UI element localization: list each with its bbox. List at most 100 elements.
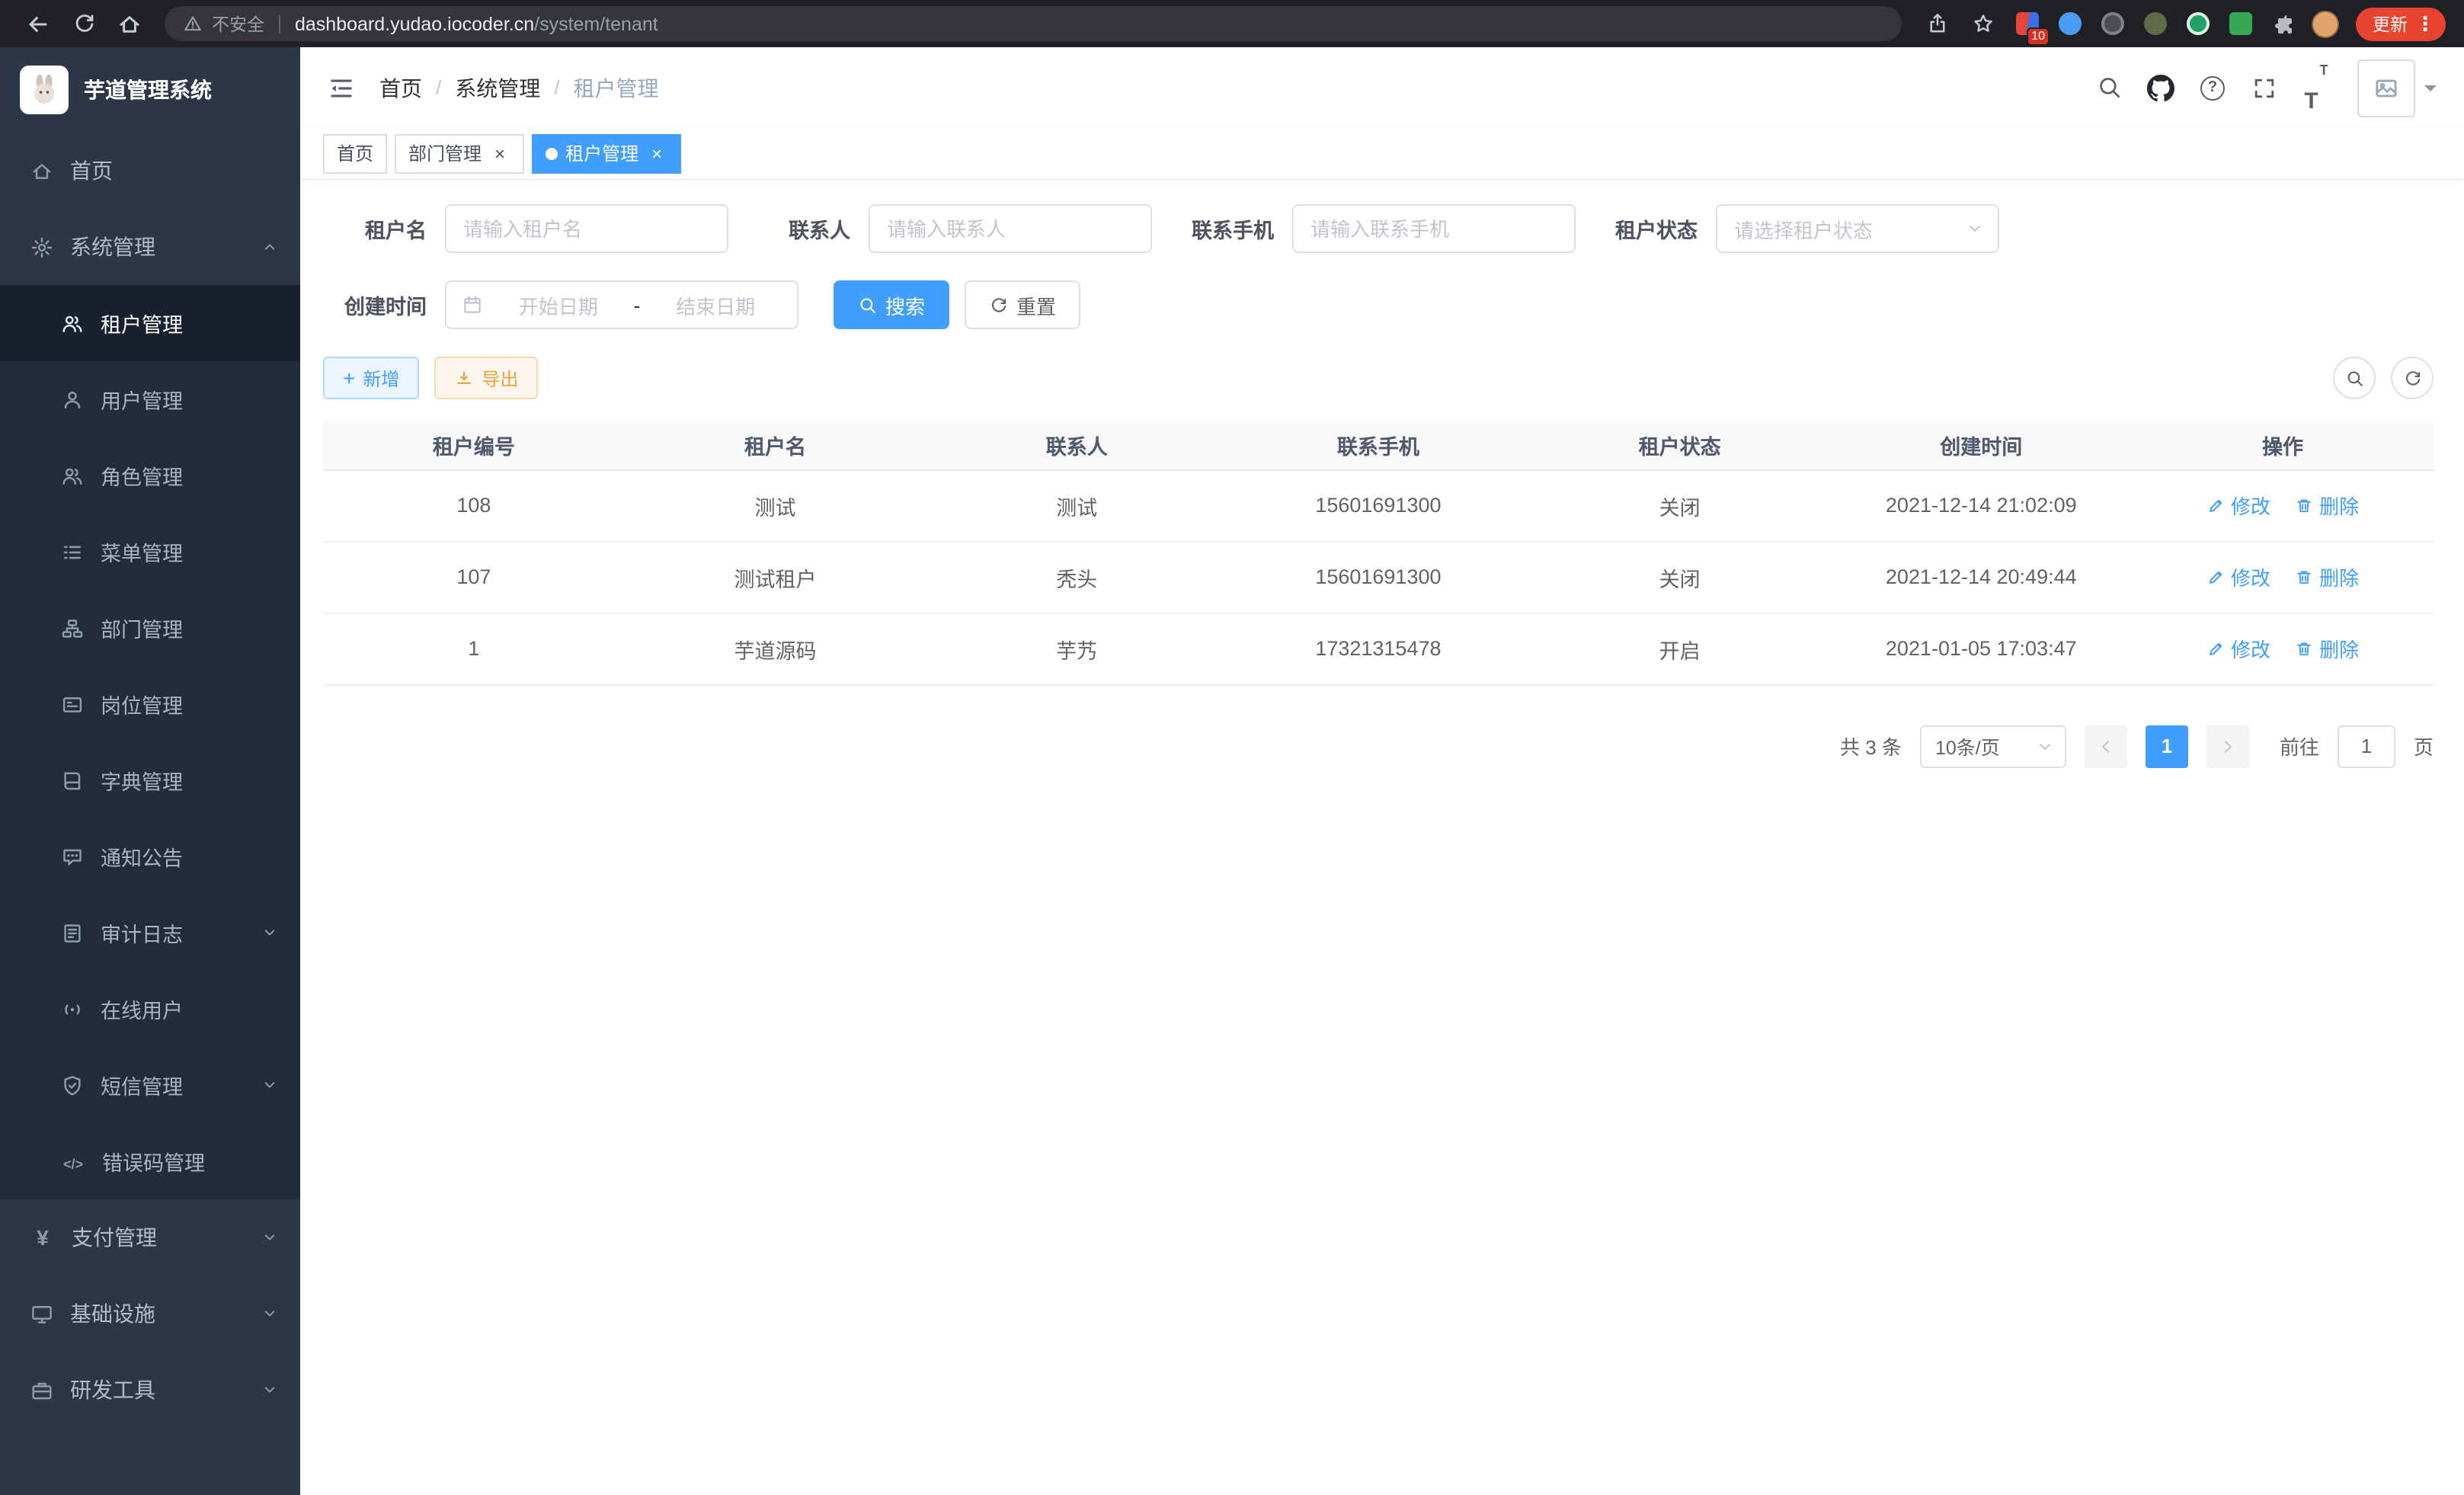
sidebar-item-infrastructure[interactable]: 基础设施 [0,1276,300,1352]
share-icon[interactable] [1918,5,1955,42]
edit-label: 修改 [2231,634,2270,663]
extension-green-circle-icon[interactable] [2182,8,2213,39]
browser-update-button[interactable]: 更新 [2356,7,2446,40]
chevron-down-icon [261,924,279,942]
sidebar-item-payment-management[interactable]: 支付管理 [0,1199,300,1276]
pencil-icon [2206,496,2225,514]
breadcrumb-separator: / [554,76,559,99]
start-date-placeholder[interactable]: 开始日期 [492,290,625,319]
edit-button[interactable]: 修改 [2206,491,2270,520]
filter-label: 创建时间 [323,290,427,320]
row-actions: 修改 删除 [2132,634,2434,663]
update-label: 更新 [2373,11,2408,36]
sidebar-item-notice[interactable]: 通知公告 [0,818,300,895]
date-range-picker[interactable]: 开始日期 - 结束日期 [445,280,798,329]
page-size-select[interactable]: 10条/页 [1920,725,2066,767]
contact-input[interactable] [869,204,1152,253]
app-frame: 芋道管理系统 首页 系统管理 租户管理 用户管理 角色管理 [0,47,2464,1495]
url-bar[interactable]: 不安全 dashboard.yudao.iocoder.cn /system/t… [165,6,1902,41]
header-search-icon[interactable] [2083,62,2135,114]
reset-button[interactable]: 重置 [965,280,1080,329]
tab-dept-management[interactable]: 部门管理 [395,133,524,173]
tab-home[interactable]: 首页 [323,133,387,173]
end-date-placeholder[interactable]: 结束日期 [649,290,782,319]
filter-create-time: 创建时间 开始日期 - 结束日期 [323,280,798,329]
github-icon[interactable] [2135,62,2187,114]
extension-green-square-icon[interactable] [2225,8,2255,39]
sidebar-item-label: 在线用户 [101,994,183,1024]
app-title: 芋道管理系统 [84,75,212,105]
tab-close-icon[interactable] [646,142,667,164]
chevron-up-icon [261,238,279,256]
app-logo[interactable]: 芋道管理系统 [0,47,300,133]
trash-icon [2295,568,2313,586]
delete-button[interactable]: 删除 [2295,491,2359,520]
bookmark-star-icon[interactable] [1964,5,2001,42]
browser-home-icon[interactable] [111,5,148,42]
error-code-icon [61,1150,85,1173]
current-page-button[interactable]: 1 [2146,725,2188,767]
mobile-input[interactable] [1292,204,1576,253]
sidebar-item-dict-management[interactable]: 字典管理 [0,742,300,818]
sidebar-item-dev-tools[interactable]: 研发工具 [0,1352,300,1428]
prev-page-button[interactable] [2085,725,2127,767]
sidebar-item-audit-log[interactable]: 审计日志 [0,895,300,971]
extension-olive-icon[interactable] [2139,8,2170,39]
chevron-down-icon [261,1076,279,1094]
status-select[interactable]: 请选择租户状态 [1716,204,1999,253]
tab-label: 租户管理 [565,140,638,166]
tab-close-icon[interactable] [489,142,510,164]
extension-dark-globe-icon[interactable] [2097,8,2127,39]
sidebar-item-post-management[interactable]: 岗位管理 [0,666,300,742]
user-avatar[interactable] [2357,59,2415,117]
extensions-puzzle-icon[interactable] [2267,8,2298,39]
search-button[interactable]: 搜索 [834,280,949,329]
extension-red-blue-icon[interactable]: 10 [2011,8,2042,39]
tenant-people-icon [61,312,84,335]
breadcrumb-home[interactable]: 首页 [379,72,422,103]
sidebar-item-home[interactable]: 首页 [0,133,300,209]
avatar-dropdown-caret-icon[interactable] [2424,85,2437,97]
fullscreen-icon[interactable] [2238,62,2290,114]
payment-yen-icon [30,1225,55,1250]
sidebar-item-error-code-management[interactable]: 错误码管理 [0,1123,300,1199]
cell-created-at: 2021-12-14 21:02:09 [1830,469,2132,541]
browser-profile-avatar[interactable] [2310,8,2341,39]
table-row: 1 芋道源码 芋艿 17321315478 开启 2021-01-05 17:0… [323,613,2434,684]
sidebar-item-role-management[interactable]: 角色管理 [0,437,300,514]
cell-mobile: 15601691300 [1227,541,1529,613]
next-page-button[interactable] [2206,725,2249,767]
export-button[interactable]: 导出 [434,357,538,399]
toggle-search-button[interactable] [2333,357,2376,399]
delete-button[interactable]: 删除 [2295,634,2359,663]
sidebar-item-label: 租户管理 [101,308,183,338]
sidebar-item-user-management[interactable]: 用户管理 [0,361,300,437]
breadcrumb-system[interactable]: 系统管理 [455,72,540,103]
sidebar-item-tenant-management[interactable]: 租户管理 [0,285,300,361]
sidebar-item-label: 错误码管理 [102,1146,205,1176]
sidebar-item-system-management[interactable]: 系统管理 [0,209,300,285]
add-button[interactable]: 新增 [323,357,419,399]
browser-menu-dots-icon[interactable] [2415,11,2435,36]
sidebar-collapse-icon[interactable] [328,74,355,101]
sidebar-item-online-users[interactable]: 在线用户 [0,971,300,1047]
sidebar-item-sms-management[interactable]: 短信管理 [0,1047,300,1123]
refresh-table-button[interactable] [2391,357,2434,399]
cell-created-at: 2021-01-05 17:03:47 [1830,613,2132,684]
sidebar-item-dept-management[interactable]: 部门管理 [0,590,300,666]
goto-page-input[interactable] [2338,725,2395,767]
browser-back-icon[interactable] [20,5,56,42]
tenant-name-input[interactable] [445,204,728,253]
delete-button[interactable]: 删除 [2295,562,2359,591]
page-unit-label: 页 [2414,731,2434,760]
sidebar-item-menu-management[interactable]: 菜单管理 [0,514,300,590]
help-question-icon[interactable] [2187,62,2238,114]
edit-button[interactable]: 修改 [2206,634,2270,663]
cell-status: 关闭 [1529,541,1831,613]
font-size-icon[interactable] [2290,62,2342,114]
extension-blue-drop-icon[interactable] [2054,8,2085,39]
browser-reload-icon[interactable] [66,5,102,42]
tags-view: 首页 部门管理 租户管理 [300,128,2464,178]
edit-button[interactable]: 修改 [2206,562,2270,591]
tab-tenant-management[interactable]: 租户管理 [532,133,681,173]
